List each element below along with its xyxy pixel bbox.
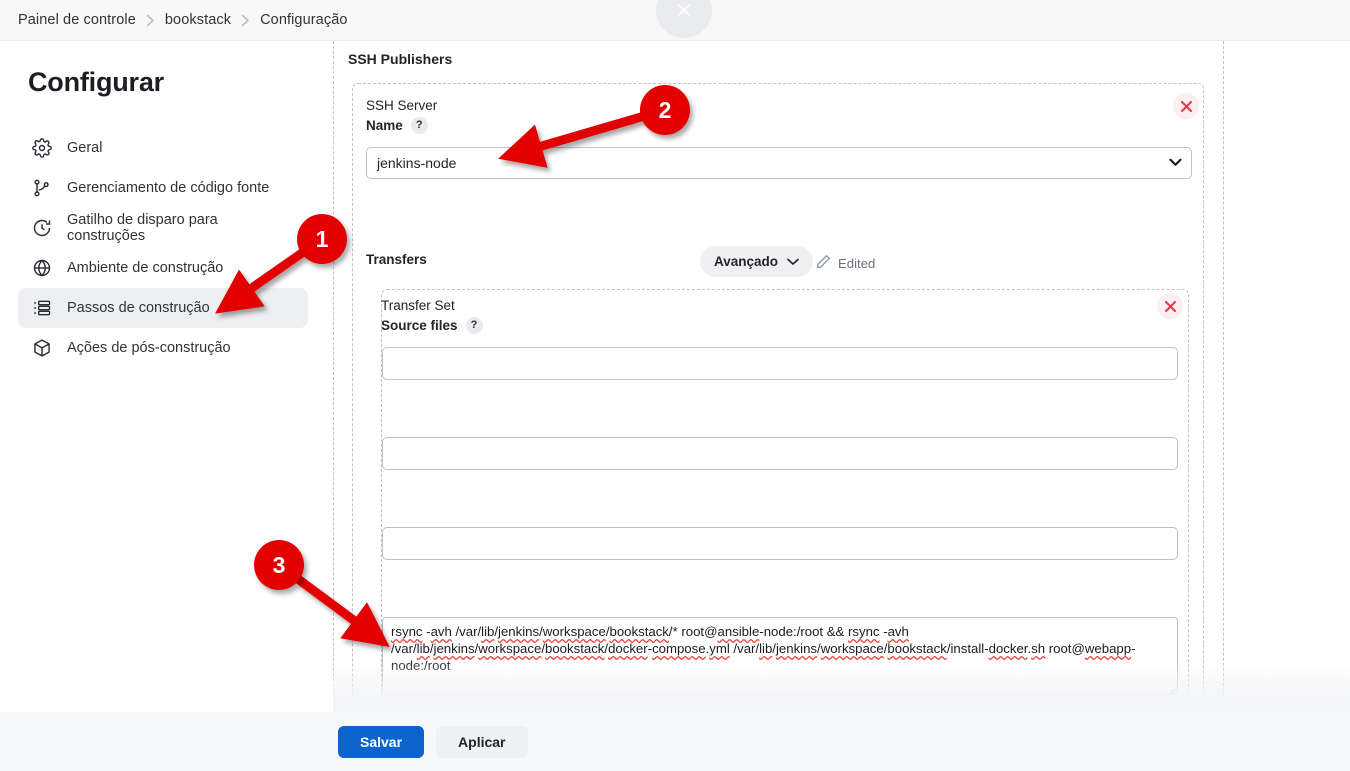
advanced-button-label: Avançado [714,254,779,269]
breadcrumb: Painel de controle bookstack Configuraçã… [0,12,348,28]
build-steps-form: SSH Publishers SSH Server Name ? jenkins… [333,41,1350,712]
chevron-down-icon [787,254,799,269]
configure-sidebar: Configurar Geral Gerenciamento de código… [0,41,333,771]
form-footer: Salvar Aplicar [0,712,1350,771]
breadcrumb-item-bookstack[interactable]: bookstack [165,12,231,28]
clock-icon [32,218,52,238]
remove-prefix-input[interactable] [382,437,1178,470]
save-button[interactable]: Salvar [338,725,425,758]
delete-ssh-server-button[interactable] [1173,93,1199,119]
chevron-right-icon [241,14,250,27]
page-root: Painel de controle bookstack Configuraçã… [0,0,1350,771]
help-icon[interactable]: ? [410,117,428,134]
apply-button[interactable]: Aplicar [436,725,528,758]
resize-handle-icon[interactable] [1166,683,1176,696]
help-icon[interactable]: ? [465,317,483,334]
ssh-server-legend: SSH Server Name ? [366,98,437,134]
build-steps-icon [32,298,52,318]
ssh-server-legend-line1: SSH Server [366,98,438,113]
sidebar-item-label: Passos de construção [67,300,210,316]
section-title-ssh-publishers: SSH Publishers [348,51,453,67]
page-title: Configurar [28,67,164,97]
breadcrumb-item-configuracao[interactable]: Configuração [260,12,347,28]
pencil-icon [816,254,831,272]
sidebar-item-build-triggers[interactable]: Gatilho de disparo para construções [18,208,308,248]
sidebar-item-label: Ações de pós-construção [67,340,231,356]
ssh-server-name-select[interactable]: jenkins-node [366,147,1192,179]
sidebar-item-label: Gerenciamento de código fonte [67,180,270,196]
edited-status: Edited [816,254,875,272]
breadcrumb-item-dashboard[interactable]: Painel de controle [18,12,136,28]
advanced-button[interactable]: Avançado [700,246,814,277]
ssh-server-name-select-wrap: jenkins-node [366,147,1192,179]
ssh-server-legend-line2: Name [366,118,403,133]
transfer-set-legend: Transfer Set Source files ? [381,298,483,334]
sidebar-item-post-build-actions[interactable]: Ações de pós-construção [18,328,308,368]
chevron-right-icon [146,14,155,27]
sidebar-nav: Geral Gerenciamento de código fonte Gati… [18,128,308,368]
source-files-input[interactable] [382,347,1178,380]
sidebar-item-build-environment[interactable]: Ambiente de construção [18,248,308,288]
sidebar-item-label: Ambiente de construção [67,260,224,276]
remote-directory-input[interactable] [382,527,1178,560]
transfers-heading: Transfers [366,252,427,267]
package-icon [32,338,52,358]
sidebar-item-label: Gatilho de disparo para construções [67,212,218,244]
globe-icon [32,258,52,278]
delete-transfer-set-button[interactable] [1157,293,1183,319]
sidebar-item-build-steps[interactable]: Passos de construção [18,288,308,328]
sidebar-item-scm[interactable]: Gerenciamento de código fonte [18,168,308,208]
gear-icon [32,138,52,158]
source-files-label: Source files [381,318,458,333]
sidebar-item-geral[interactable]: Geral [18,128,308,168]
git-branch-icon [32,178,52,198]
transfer-set-legend-label: Transfer Set [381,298,455,313]
exec-command-textarea[interactable]: rsync -avh /var/lib/jenkins/workspace/bo… [382,617,1178,695]
sidebar-item-label: Geral [67,140,103,156]
edited-label: Edited [838,255,876,271]
